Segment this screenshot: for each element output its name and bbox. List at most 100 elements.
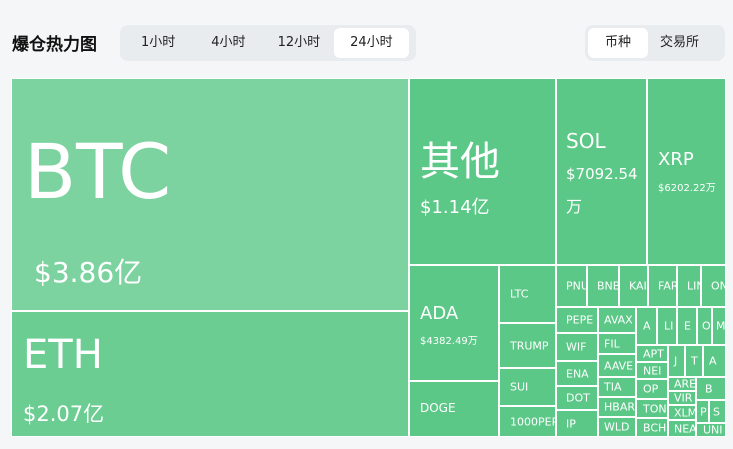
tile-sui-name: SUI: [510, 380, 529, 394]
time-range-tabs: 1小时 4小时 12小时 24小时: [120, 25, 416, 61]
tile-label: BNB: [597, 279, 619, 293]
tile-virtual[interactable]: VIR: [668, 391, 696, 405]
tile-1000pepe[interactable]: 1000PEPE: [499, 406, 556, 437]
tile-near[interactable]: NEA: [668, 420, 696, 437]
tile-others[interactable]: 其他 $1.14亿: [409, 78, 556, 265]
tile-label: TON: [643, 402, 667, 415]
tile-label: NEI: [643, 364, 662, 377]
tile-ada[interactable]: ADA $4382.49万: [409, 265, 499, 381]
tile-btc-value: $3.86亿: [34, 256, 143, 289]
tile-xrp-name: XRP: [658, 149, 694, 170]
tile-label: LI: [664, 319, 674, 333]
tile-label: BCH: [643, 421, 667, 434]
tile-ltc[interactable]: LTC: [499, 265, 556, 323]
tab-1h[interactable]: 1小时: [123, 28, 193, 58]
tile-ip[interactable]: IP: [556, 410, 598, 437]
tile-pnut[interactable]: PNU: [556, 265, 587, 307]
tile-label: VIR: [674, 391, 693, 405]
tile-label: M: [716, 319, 726, 333]
tab-24h[interactable]: 24小时: [334, 28, 409, 58]
tile-label: DOT: [566, 391, 590, 405]
tile-neiro[interactable]: NEI: [636, 362, 668, 379]
tab-by-exchange[interactable]: 交易所: [648, 28, 711, 58]
tile-doge-name: DOGE: [420, 401, 456, 415]
tile-trump[interactable]: TRUMP: [499, 323, 556, 368]
tile-label: J: [674, 354, 678, 368]
tile-wld[interactable]: WLD: [598, 417, 636, 437]
tile-xlm[interactable]: XLM: [668, 405, 696, 420]
tile-t[interactable]: T: [685, 345, 703, 377]
tile-label: FAR: [658, 279, 677, 293]
tile-label: WIF: [566, 340, 587, 354]
tile-b[interactable]: B: [696, 377, 726, 400]
tile-label: PEPE: [566, 313, 594, 327]
tile-bnb[interactable]: BNB: [587, 265, 619, 307]
tile-label: HBAR: [604, 400, 635, 414]
tile-o[interactable]: O: [697, 307, 712, 345]
tile-xrp-value: $6202.22万: [658, 183, 716, 194]
tile-label: A: [709, 354, 717, 368]
tab-by-coin[interactable]: 币种: [588, 28, 649, 58]
tile-li[interactable]: LI: [657, 307, 677, 345]
tile-j[interactable]: J: [668, 345, 685, 377]
tile-ada-name: ADA: [420, 303, 459, 324]
tile-label: AAVE: [604, 359, 634, 372]
tile-tia[interactable]: TIA: [598, 377, 636, 397]
tab-12h[interactable]: 12小时: [264, 28, 335, 58]
tile-ada-value: $4382.49万: [420, 336, 478, 347]
tile-dot[interactable]: DOT: [556, 386, 598, 410]
tile-label: ARE: [674, 377, 696, 391]
tile-label: AVAX: [604, 313, 633, 327]
tile-ondo[interactable]: ON: [701, 265, 726, 307]
tile-doge[interactable]: DOGE: [409, 381, 499, 437]
tile-kaito[interactable]: KAI: [619, 265, 648, 307]
tile-btc-name: BTC: [24, 127, 172, 216]
tile-arb[interactable]: ARE: [668, 377, 696, 391]
tile-a-2[interactable]: A: [703, 345, 726, 377]
tile-link[interactable]: LIN: [677, 265, 701, 307]
tile-op[interactable]: OP: [636, 379, 668, 399]
tile-uni[interactable]: UNI: [696, 423, 726, 437]
tile-label: WLD: [604, 420, 630, 434]
tile-aave[interactable]: AAVE: [598, 354, 636, 377]
tile-p[interactable]: P: [696, 400, 709, 423]
tile-label: NEA: [674, 422, 696, 435]
tile-label: LIN: [687, 279, 700, 293]
tile-label: E: [684, 319, 691, 333]
view-mode-tabs: 币种 交易所: [585, 25, 725, 61]
tile-eth[interactable]: ETH $2.07亿: [11, 311, 409, 437]
tile-sol-value-line2: 万: [566, 197, 583, 216]
tile-fil[interactable]: FIL: [598, 333, 636, 354]
tile-avax[interactable]: AVAX: [598, 307, 636, 333]
tile-sol-name: SOL: [566, 129, 606, 153]
tile-sol[interactable]: SOL $7092.54 万: [556, 78, 647, 265]
tile-label: B: [705, 382, 713, 395]
tile-ena[interactable]: ENA: [556, 361, 598, 386]
tile-label: ON: [711, 279, 725, 293]
tile-s-2[interactable]: S: [709, 400, 726, 423]
tile-xrp[interactable]: XRP $6202.22万: [647, 78, 726, 265]
tile-apt[interactable]: APT: [636, 345, 668, 362]
tile-m[interactable]: M: [712, 307, 726, 345]
tile-label: S: [713, 405, 720, 418]
tile-label: XLM: [674, 406, 696, 419]
tab-4h[interactable]: 4小时: [193, 28, 263, 58]
tile-label: ENA: [566, 367, 589, 380]
tile-wif[interactable]: WIF: [556, 333, 598, 361]
tile-others-value: $1.14亿: [420, 197, 490, 218]
tile-hbar[interactable]: HBAR: [598, 397, 636, 417]
tile-label: A: [643, 319, 651, 333]
tile-sui[interactable]: SUI: [499, 368, 556, 406]
tile-fartcoin[interactable]: FAR: [648, 265, 677, 307]
tile-eth-name: ETH: [23, 332, 103, 378]
page-title: 爆仓热力图: [12, 35, 97, 55]
tile-label: TIA: [604, 380, 622, 394]
tile-e[interactable]: E: [677, 307, 697, 345]
tile-eth-value: $2.07亿: [23, 402, 105, 426]
tile-pepe[interactable]: PEPE: [556, 307, 598, 333]
tile-a-1[interactable]: A: [636, 307, 657, 345]
tile-bch[interactable]: BCH: [636, 418, 668, 437]
tile-label: KAI: [629, 279, 647, 293]
tile-ton[interactable]: TON: [636, 399, 668, 418]
tile-btc[interactable]: BTC $3.86亿: [11, 78, 409, 311]
